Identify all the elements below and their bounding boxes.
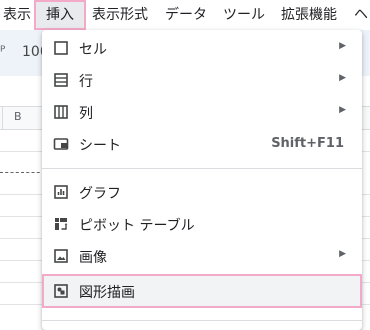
menu-item-label: セル <box>79 42 107 58</box>
menu-item-drawing[interactable]: 図形描画 <box>42 274 362 308</box>
image-icon <box>53 248 69 264</box>
menu-item-label: 画像 <box>79 250 107 266</box>
menu-divider <box>42 168 362 169</box>
menu-extensions[interactable]: 拡張機能 <box>281 0 337 30</box>
menu-help[interactable]: ヘ <box>354 0 368 30</box>
pivot-table-icon <box>53 216 69 232</box>
menu-item-pivot-table[interactable]: ピボット テーブル <box>42 208 362 240</box>
menu-item-image[interactable]: 画像 ▶ <box>42 240 362 272</box>
menu-item-label: 行 <box>79 74 93 90</box>
toolbar-paint-format-fragment[interactable]: ᴾ <box>0 44 5 60</box>
menu-item-row[interactable]: 行 ▶ <box>42 64 362 96</box>
menu-item-label: 列 <box>79 106 93 122</box>
menu-item-column[interactable]: 列 ▶ <box>42 96 362 128</box>
drawing-icon <box>53 283 69 299</box>
menu-tools[interactable]: ツール <box>223 0 265 30</box>
copy-selection-dashed-border <box>0 172 45 173</box>
keyboard-shortcut: Shift+F11 <box>271 136 344 151</box>
menu-bar: 表示 挿入 表示形式 データ ツール 拡張機能 ヘ <box>0 0 370 30</box>
menu-item-sheet[interactable]: シート Shift+F11 <box>42 128 362 160</box>
submenu-arrow-icon: ▶ <box>339 249 346 259</box>
menu-format[interactable]: 表示形式 <box>92 0 148 30</box>
rows-icon <box>53 72 69 88</box>
menu-data[interactable]: データ <box>165 0 207 30</box>
menu-item-label: シート <box>79 138 121 154</box>
checkbox-square-icon <box>53 40 69 56</box>
submenu-arrow-icon: ▶ <box>339 105 346 115</box>
insert-menu-dropdown: セル ▶ 行 ▶ 列 ▶ シート Shift+F11 グラフ ピボット テーブル <box>42 30 362 330</box>
menu-item-label: ピボット テーブル <box>79 218 195 234</box>
menu-item-chart[interactable]: グラフ <box>42 176 362 208</box>
menu-insert[interactable]: 挿入 <box>34 0 86 30</box>
column-header-b[interactable]: B <box>14 110 22 123</box>
submenu-arrow-icon: ▶ <box>339 41 346 51</box>
submenu-arrow-icon: ▶ <box>339 73 346 83</box>
sheet-icon <box>53 136 69 152</box>
menu-item-cell[interactable]: セル ▶ <box>42 32 362 64</box>
menu-divider <box>42 320 362 321</box>
chart-icon <box>53 184 69 200</box>
columns-icon <box>53 104 69 120</box>
menu-item-label: グラフ <box>79 186 121 202</box>
menu-view[interactable]: 表示 <box>3 0 31 30</box>
column-divider[interactable] <box>2 107 3 129</box>
menu-item-label: 図形描画 <box>79 285 135 301</box>
